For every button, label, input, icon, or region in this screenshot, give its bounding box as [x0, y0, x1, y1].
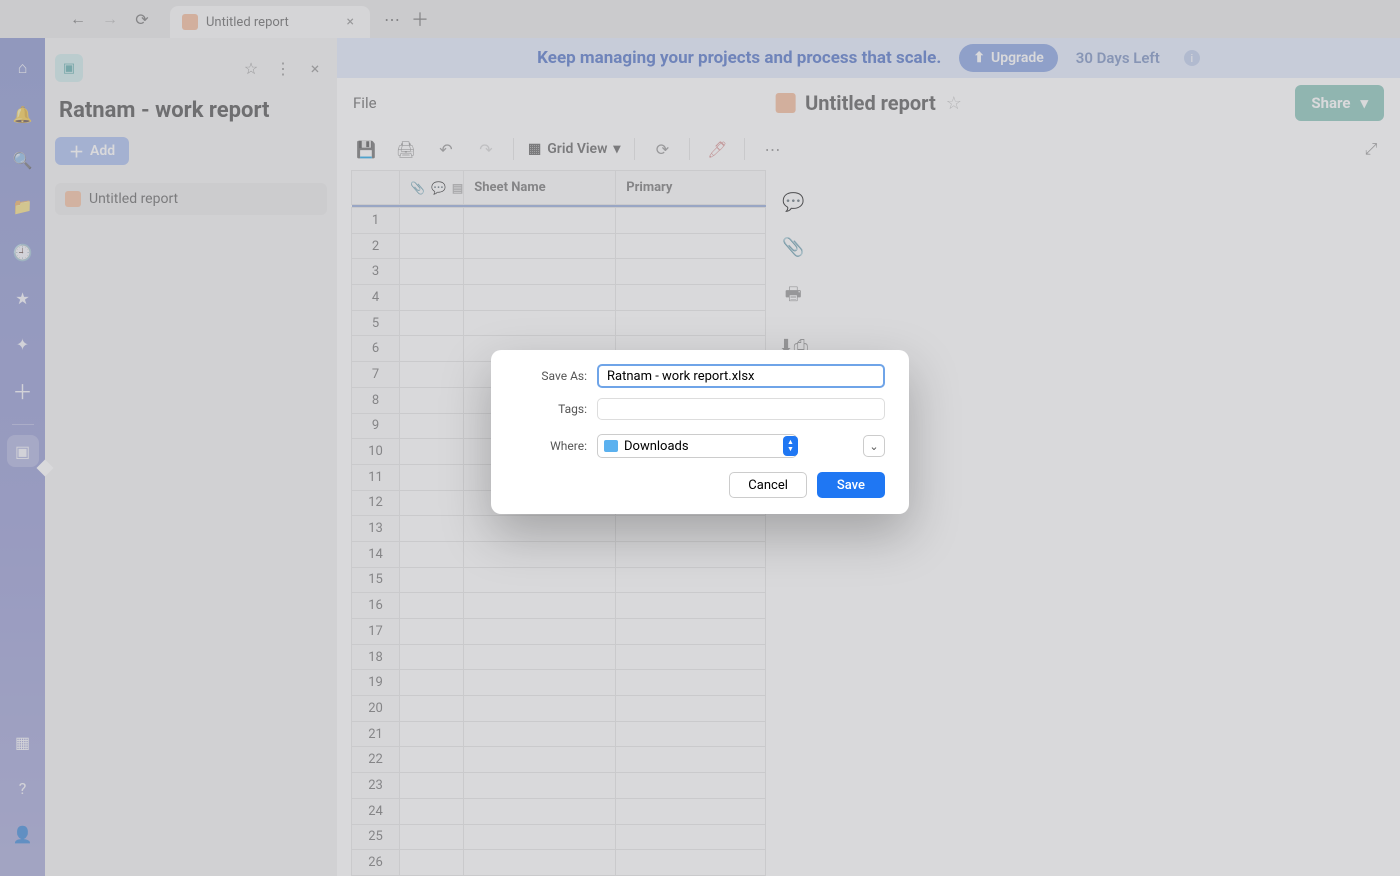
tags-input[interactable] [597, 398, 885, 420]
tags-label: Tags: [515, 402, 587, 416]
save-dialog: Save As: Tags: Where: Downloads ▲▼ ⌄ Can… [491, 350, 909, 514]
save-button[interactable]: Save [817, 472, 885, 498]
save-as-input[interactable] [597, 364, 885, 388]
where-label: Where: [515, 439, 587, 453]
cancel-button[interactable]: Cancel [729, 472, 807, 498]
where-select[interactable]: Downloads [597, 434, 797, 458]
where-value: Downloads [624, 439, 689, 454]
modal-overlay: Save As: Tags: Where: Downloads ▲▼ ⌄ Can… [0, 0, 1400, 876]
folder-icon [604, 440, 618, 452]
where-stepper-icon[interactable]: ▲▼ [783, 436, 798, 456]
save-as-label: Save As: [515, 369, 587, 383]
where-expand-icon[interactable]: ⌄ [863, 435, 885, 457]
